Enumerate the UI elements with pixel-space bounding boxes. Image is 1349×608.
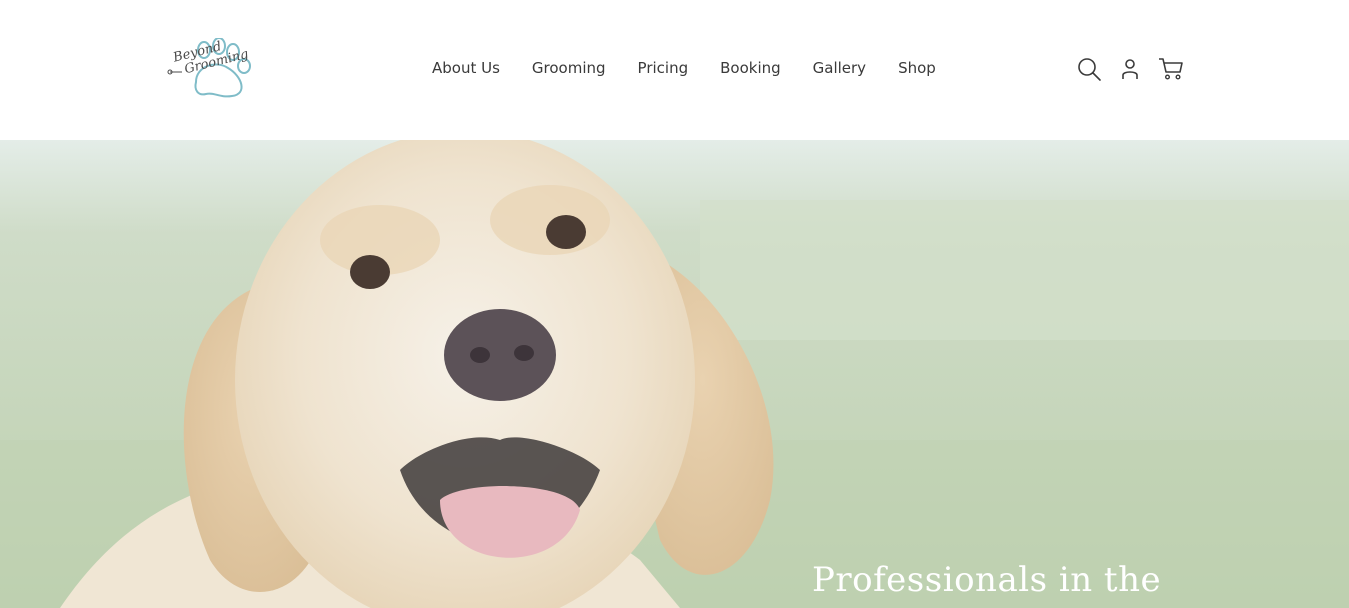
- account-icon[interactable]: [1117, 56, 1143, 82]
- site-header: Beyond Grooming About Us Grooming Pricin…: [0, 0, 1349, 140]
- brand-logo[interactable]: Beyond Grooming: [166, 38, 256, 100]
- nav-gallery[interactable]: Gallery: [813, 58, 866, 78]
- hero-heading: Professionals in the: [812, 560, 1162, 600]
- nav-pricing[interactable]: Pricing: [638, 58, 689, 78]
- search-icon[interactable]: [1076, 56, 1102, 82]
- nav-shop[interactable]: Shop: [898, 58, 936, 78]
- dog-photo-icon: [0, 140, 1349, 608]
- nav-about-us[interactable]: About Us: [432, 58, 500, 78]
- nav-booking[interactable]: Booking: [720, 58, 781, 78]
- nav-grooming[interactable]: Grooming: [532, 58, 606, 78]
- hero-image: [0, 140, 1349, 608]
- main-nav: About Us Grooming Pricing Booking Galler…: [432, 58, 936, 78]
- cart-icon[interactable]: [1158, 56, 1184, 82]
- hero-banner: Professionals in the: [0, 140, 1349, 608]
